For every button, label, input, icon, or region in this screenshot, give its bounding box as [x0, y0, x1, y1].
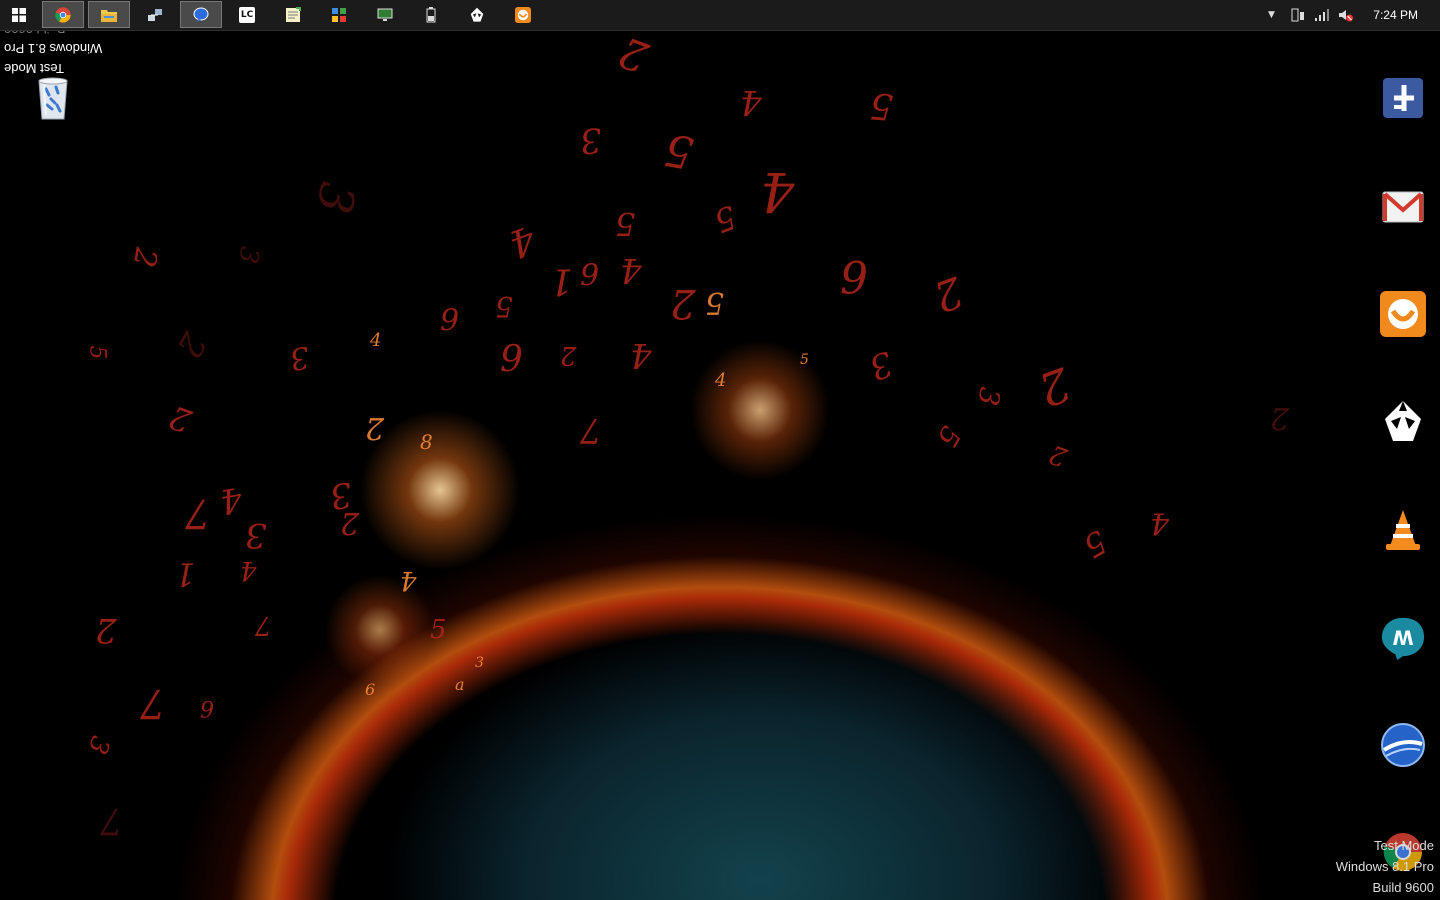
w-app-icon[interactable]: W — [1380, 614, 1426, 660]
control-panel-icon — [332, 7, 346, 22]
orange-app-icon[interactable] — [1380, 291, 1426, 337]
watermark-line3: Build 9600 — [1372, 880, 1434, 895]
taskbar-network-tool[interactable] — [134, 1, 176, 28]
vlc-icon[interactable] — [1380, 506, 1426, 552]
recycle-bin-icon[interactable] — [34, 75, 72, 121]
monitor-icon — [377, 8, 393, 21]
test-mode-watermark: Test Mode Windows 8.1 Pro Build 9600 — [1336, 835, 1434, 898]
alien-app-icon[interactable] — [1380, 399, 1426, 445]
plus-app-icon[interactable] — [1380, 75, 1426, 121]
start-button[interactable] — [0, 1, 38, 28]
chat-bubble-icon — [193, 7, 209, 22]
mail-icon[interactable] — [1380, 184, 1426, 230]
taskbar-battery-tool[interactable] — [410, 1, 452, 28]
tray-volume-muted-icon[interactable] — [1338, 8, 1354, 25]
orange-app-icon — [515, 6, 531, 23]
taskbar-lc-app[interactable]: LC — [226, 1, 268, 28]
desktop: 2 4 3 5 5 3 4 5 5 4 2 3 1 6 4 6 2 2 5 6 … — [0, 0, 1440, 900]
svg-text:W: W — [1392, 625, 1413, 648]
lc-app-icon: LC — [239, 6, 255, 23]
taskbar: LC ▼ 7:24 PM — [0, 0, 1440, 31]
taskbar-control-panel[interactable] — [318, 1, 360, 28]
taskbar-orange-app[interactable] — [502, 1, 544, 28]
network-tool-icon — [148, 8, 162, 21]
chrome-icon — [55, 6, 71, 23]
notepad-icon — [286, 6, 301, 22]
taskbar-messenger[interactable] — [180, 1, 222, 28]
tray-clock[interactable]: 7:24 PM — [1373, 8, 1418, 22]
taskbar-display-app[interactable] — [364, 1, 406, 28]
watermark-line1: Test Mode — [1374, 838, 1434, 853]
battery-icon — [426, 6, 436, 22]
tray-signal-icon[interactable] — [1314, 8, 1330, 25]
taskbar-notepad[interactable] — [272, 1, 314, 28]
taskbar-chrome[interactable] — [42, 1, 84, 28]
watermark-line2: Windows 8.1 Pro — [1335, 859, 1434, 874]
shield-app-icon — [470, 7, 484, 22]
google-earth-icon[interactable] — [1380, 722, 1426, 768]
windows-logo-icon — [12, 7, 26, 22]
tray-overflow-chevron-icon[interactable]: ▼ — [1268, 10, 1275, 20]
taskbar-shield-app[interactable] — [456, 1, 498, 28]
taskbar-file-explorer[interactable] — [88, 1, 130, 28]
folder-icon — [101, 9, 117, 22]
tray-device-icon[interactable] — [1290, 8, 1306, 25]
mirrored-watermark-line2: Windows 8.1 Pro — [4, 41, 103, 56]
